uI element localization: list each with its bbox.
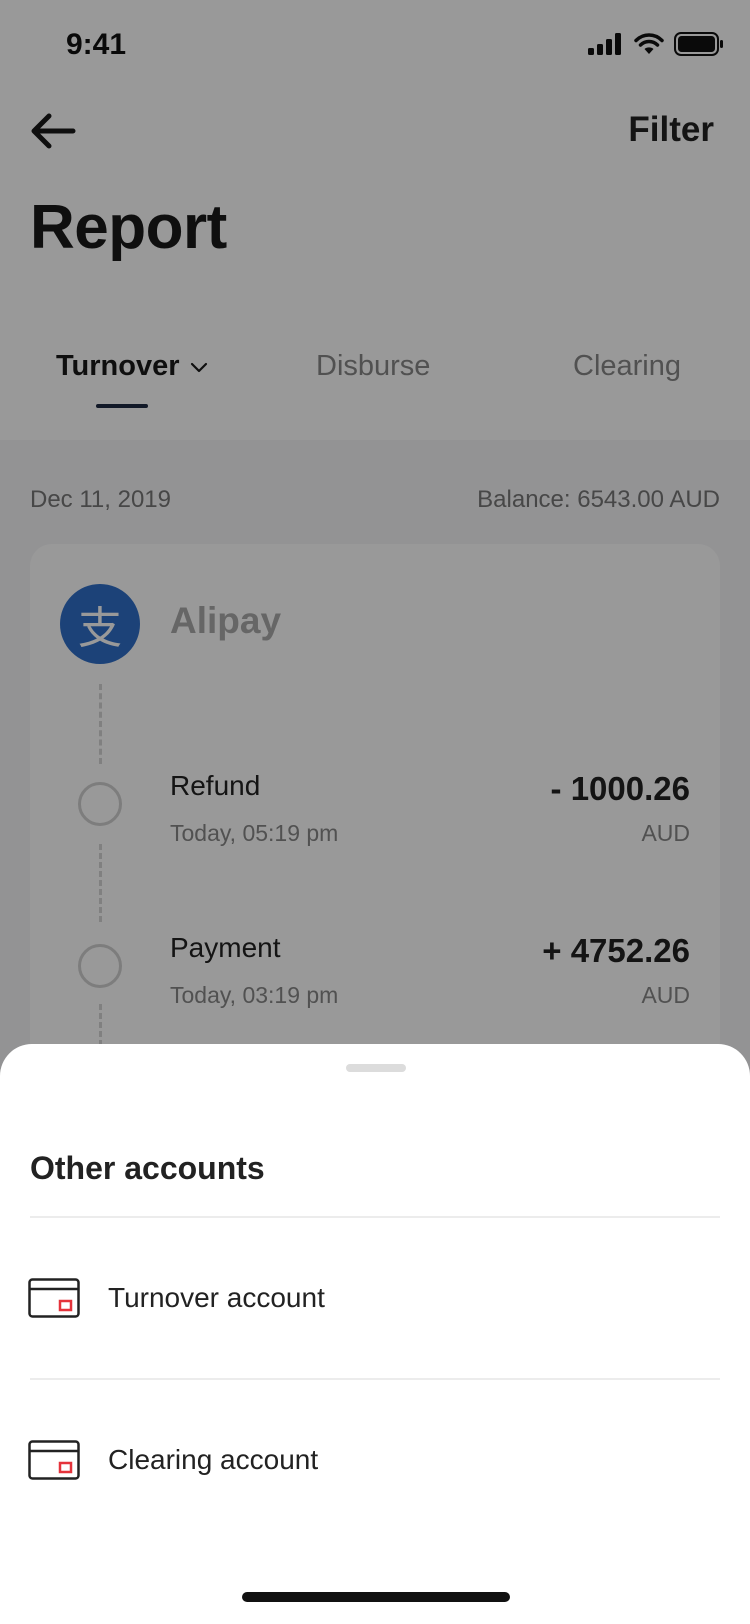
app-screen: 9:41 Filter Report Turnover Disburse Cle…: [0, 0, 750, 1624]
clearing-account-item[interactable]: Clearing account: [0, 1400, 750, 1520]
bottom-sheet: Other accounts Turnover account Clearing…: [0, 1044, 750, 1624]
sheet-drag-handle[interactable]: [346, 1064, 406, 1072]
divider: [30, 1216, 720, 1218]
account-card-icon: [28, 1278, 80, 1318]
home-indicator: [242, 1592, 510, 1602]
divider: [30, 1378, 720, 1380]
account-card-icon: [28, 1440, 80, 1480]
account-label: Clearing account: [108, 1444, 319, 1475]
account-label: Turnover account: [108, 1282, 325, 1313]
turnover-account-item[interactable]: Turnover account: [0, 1238, 750, 1358]
sheet-title: Other accounts: [30, 1150, 265, 1186]
